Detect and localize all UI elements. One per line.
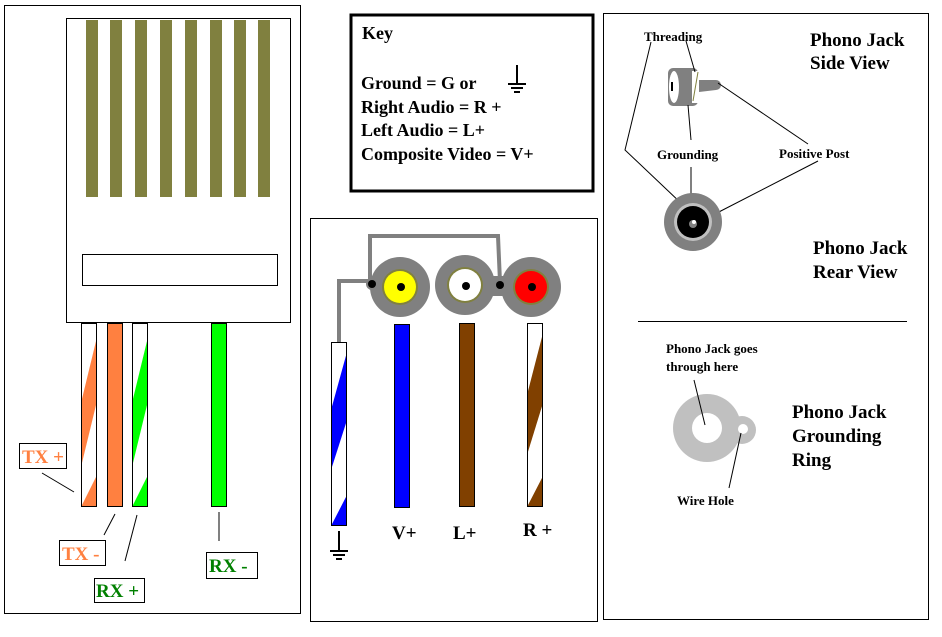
contact-2 (110, 20, 122, 197)
label-rx-minus: RX - (206, 552, 258, 579)
wire-ground-striped (331, 342, 347, 526)
label-grounding: Grounding (657, 147, 719, 162)
contact-1 (86, 20, 98, 197)
key-ground: Ground = G or (361, 73, 476, 93)
contact-6 (210, 20, 222, 197)
contact-4 (160, 20, 172, 197)
wire-left (459, 323, 475, 507)
label-rx-plus: RX + (94, 578, 145, 603)
svg-text:TX -: TX - (62, 544, 99, 565)
rca-jack-left (435, 255, 495, 315)
key-right-audio: Right Audio = R + (361, 97, 502, 117)
label-positive-post: Positive Post (779, 146, 850, 161)
side-view-title: Phono Jack (810, 30, 905, 51)
label-threading: Threading (644, 29, 703, 44)
plug-latch-slot (82, 254, 278, 286)
wire-right-striped (527, 323, 543, 507)
svg-text:Ring: Ring (792, 450, 832, 471)
key-left-audio: Left Audio = L+ (361, 120, 485, 140)
contact-3 (135, 20, 147, 197)
label-left: L+ (453, 523, 477, 544)
svg-text:Rear View: Rear View (813, 262, 898, 283)
wire-rx-minus (211, 323, 227, 507)
key-box: Key Ground = G or Right Audio = R + Left… (349, 13, 595, 193)
contact-7 (234, 20, 246, 197)
contact-5 (185, 20, 197, 197)
key-title: Key (362, 23, 393, 43)
label-tx-minus: TX - (59, 540, 106, 566)
label-goes-through: Phono Jack goes (666, 341, 758, 356)
svg-text:through here: through here (666, 359, 738, 374)
label-tx-plus: TX + (19, 443, 67, 469)
label-video: V+ (392, 523, 417, 544)
svg-text:Side View: Side View (810, 53, 890, 74)
wire-rx-plus (132, 323, 148, 507)
rear-view-title: Phono Jack (813, 238, 908, 259)
phono-jack-rear-view (664, 193, 722, 251)
rca-jack-video (370, 257, 430, 317)
label-wire-hole: Wire Hole (677, 493, 734, 508)
key-composite-video: Composite Video = V+ (361, 144, 534, 164)
svg-text:RX +: RX + (96, 581, 139, 602)
contact-8 (258, 20, 270, 197)
svg-text:Grounding: Grounding (792, 426, 882, 447)
wire-tx-plus (81, 323, 97, 507)
ground-post-2 (496, 281, 504, 289)
wire-tx-minus (107, 323, 123, 507)
rca-panel: V+ L+ R + (310, 218, 598, 622)
wire-video (394, 324, 410, 508)
phono-panel: Phono Jack Side View Threading Grounding… (603, 13, 929, 620)
label-right: R + (523, 520, 552, 541)
svg-text:RX -: RX - (209, 556, 248, 577)
ethernet-panel: TX + TX - RX + RX - (4, 5, 301, 614)
ring-title: Phono Jack (792, 402, 887, 423)
rca-jack-right (501, 257, 561, 317)
svg-text:TX +: TX + (22, 447, 64, 468)
wiring-diagram: TX + TX - RX + RX - Key Ground = G or Ri… (4, 5, 929, 622)
